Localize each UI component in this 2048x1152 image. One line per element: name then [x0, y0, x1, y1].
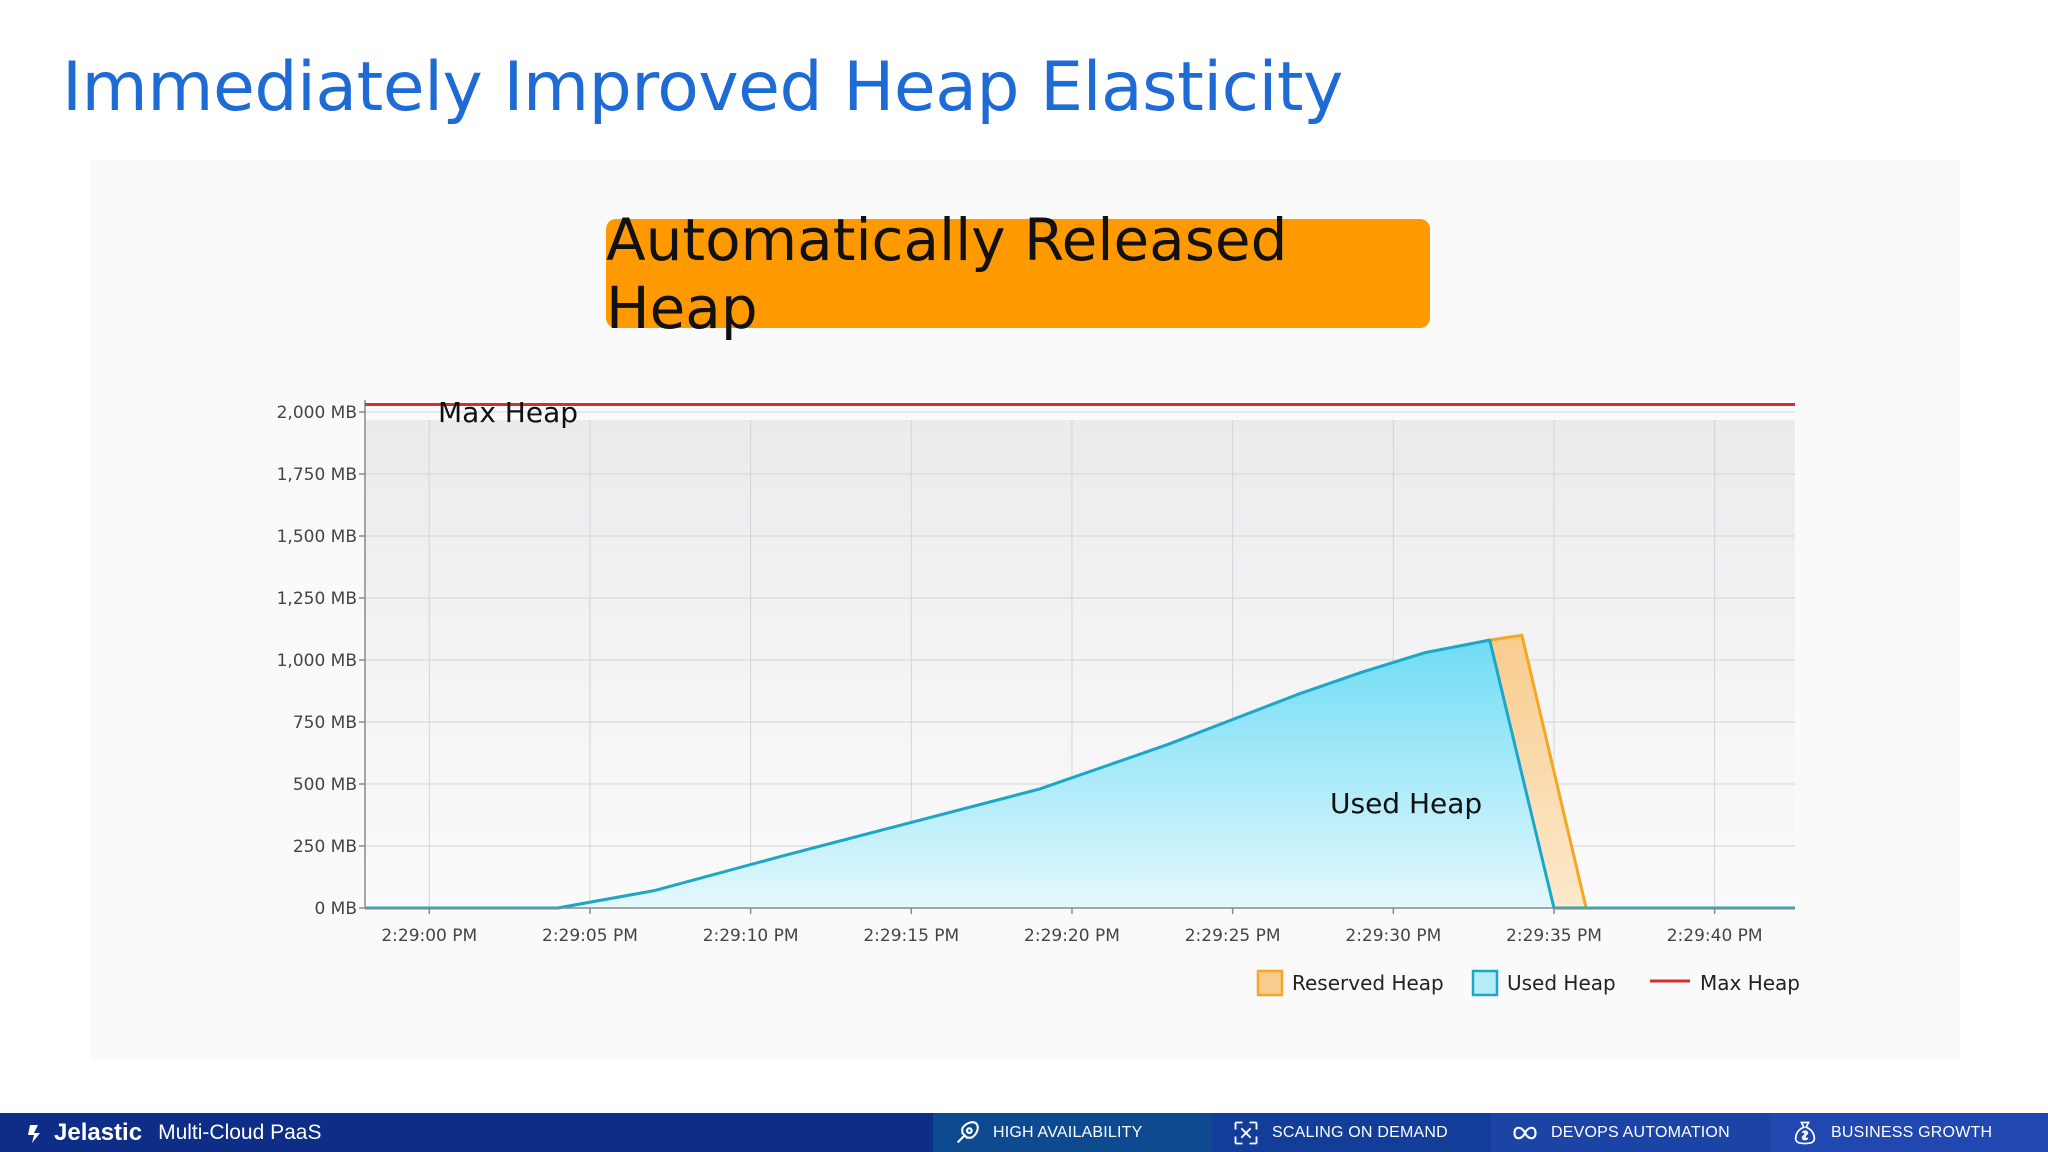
- y-tick-label: 250 MB: [293, 837, 357, 857]
- x-tick-label: 2:29:10 PM: [703, 926, 799, 946]
- infinity-icon: [1513, 1126, 1537, 1139]
- x-tick-label: 2:29:20 PM: [1024, 926, 1120, 946]
- footer-bar: Jelastic Multi-Cloud PaaS HIGH AVAILABIL…: [0, 1113, 2048, 1152]
- brand[interactable]: Jelastic Multi-Cloud PaaS: [24, 1113, 321, 1152]
- footer-item-scaling-on-demand[interactable]: SCALING ON DEMAND: [1212, 1113, 1491, 1152]
- money-bag-icon: [1794, 1121, 1816, 1144]
- footer-item-devops-automation[interactable]: DEVOPS AUTOMATION: [1491, 1113, 1771, 1152]
- x-tick-label: 2:29:30 PM: [1345, 926, 1441, 946]
- footer-item-label: SCALING ON DEMAND: [1272, 1123, 1448, 1141]
- x-tick-label: 2:29:15 PM: [863, 926, 959, 946]
- y-tick-label: 1,750 MB: [277, 465, 357, 485]
- legend-used-heap-swatch: [1471, 969, 1499, 997]
- y-tick-label: 2,000 MB: [277, 403, 357, 423]
- legend-reserved-heap-label: Reserved Heap: [1292, 971, 1444, 995]
- y-tick-label: 500 MB: [293, 775, 357, 795]
- rocket-icon: [956, 1120, 979, 1143]
- y-tick-label: 1,250 MB: [277, 589, 357, 609]
- x-tick-label: 2:29:00 PM: [381, 926, 477, 946]
- slide-title: Immediately Improved Heap Elasticity: [62, 48, 1343, 127]
- brand-name: Jelastic: [54, 1118, 143, 1146]
- used-heap-annotation: Used Heap: [1330, 787, 1482, 820]
- footer-item-business-growth[interactable]: BUSINESS GROWTH: [1771, 1113, 2048, 1152]
- max-heap-annotation: Max Heap: [438, 396, 578, 429]
- footer-item-label: HIGH AVAILABILITY: [993, 1123, 1143, 1141]
- jelastic-logo-icon: [28, 1124, 40, 1143]
- scaling-icon: [1234, 1121, 1258, 1144]
- x-tick-label: 2:29:25 PM: [1185, 926, 1281, 946]
- legend-reserved-heap-swatch: [1256, 969, 1284, 997]
- footer-item-label: DEVOPS AUTOMATION: [1551, 1123, 1730, 1141]
- footer-item-label: BUSINESS GROWTH: [1831, 1123, 1993, 1141]
- y-tick-label: 1,000 MB: [277, 651, 357, 671]
- y-tick-label: 1,500 MB: [277, 527, 357, 547]
- x-tick-label: 2:29:40 PM: [1667, 926, 1763, 946]
- callout-badge: Automatically Released Heap: [606, 206, 1430, 342]
- legend-used-heap-label: Used Heap: [1507, 971, 1616, 995]
- y-tick-label: 0 MB: [314, 899, 357, 919]
- legend-max-heap-label: Max Heap: [1700, 971, 1800, 995]
- x-tick-label: 2:29:05 PM: [542, 926, 638, 946]
- x-tick-label: 2:29:35 PM: [1506, 926, 1602, 946]
- y-tick-label: 750 MB: [293, 713, 357, 733]
- footer-item-high-availability[interactable]: HIGH AVAILABILITY: [933, 1113, 1212, 1152]
- brand-tagline: Multi-Cloud PaaS: [158, 1120, 322, 1144]
